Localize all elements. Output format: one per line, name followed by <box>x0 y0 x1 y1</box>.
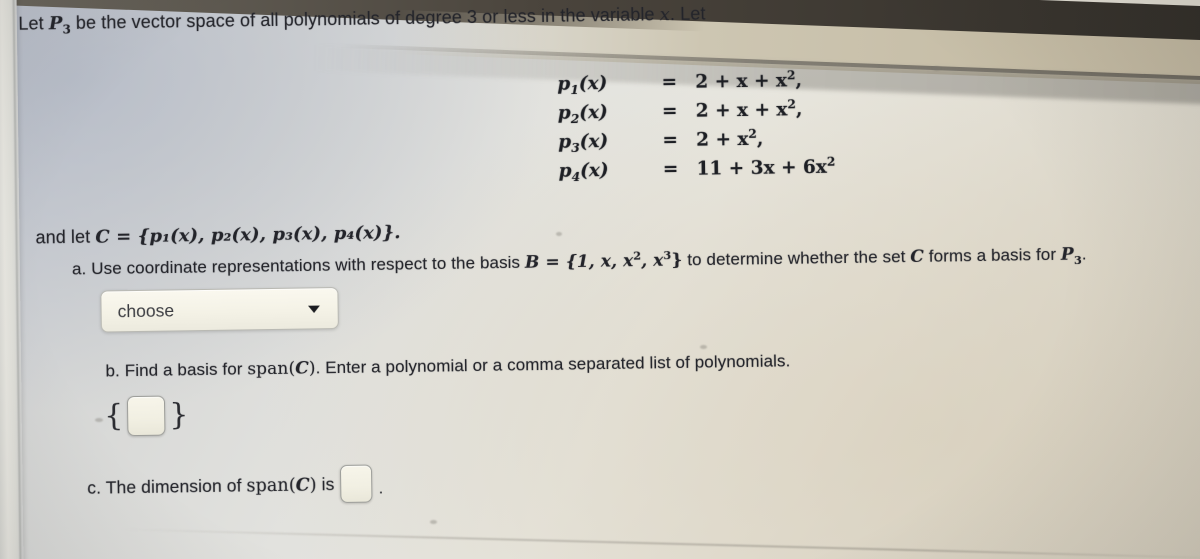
photographed-screen: Let P3 be the vector space of all polyno… <box>0 0 1200 559</box>
photo-vignette <box>0 0 1200 559</box>
